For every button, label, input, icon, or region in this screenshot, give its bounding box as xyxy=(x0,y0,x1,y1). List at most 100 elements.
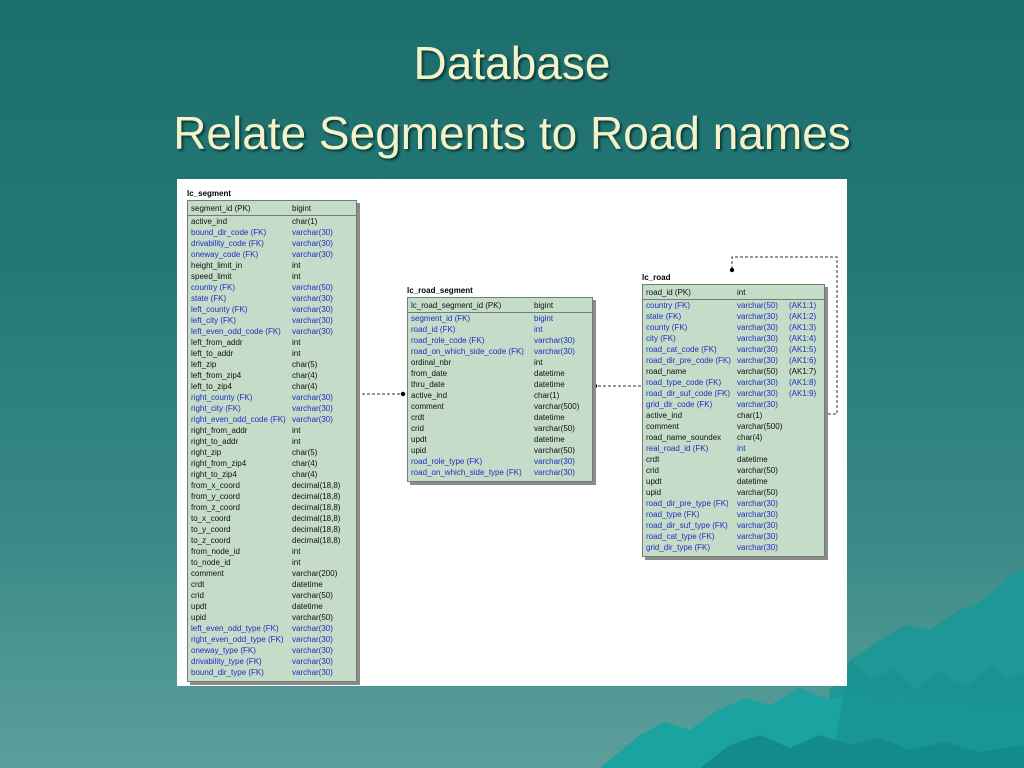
column-type: varchar(30) xyxy=(534,336,575,345)
column-name: crid xyxy=(191,591,204,600)
column-type: datetime xyxy=(292,602,323,611)
column-name: right_to_addr xyxy=(191,437,239,446)
column-name: updt xyxy=(646,477,662,486)
alternate-key: (AK1:2) xyxy=(789,312,817,321)
column-type: char(4) xyxy=(292,382,318,391)
relationship-end-dot xyxy=(400,391,406,397)
column-name: updt xyxy=(411,435,427,444)
column-type: varchar(500) xyxy=(534,402,580,411)
column-type: int xyxy=(292,338,301,347)
slide-title-line1: Database xyxy=(413,37,611,89)
column-type: int xyxy=(292,547,301,556)
column-name: segment_id (PK) xyxy=(191,204,251,213)
alternate-key: (AK1:9) xyxy=(789,389,817,398)
column-type: bigint xyxy=(534,314,554,323)
column-name: crdt xyxy=(411,413,425,422)
column-type: varchar(30) xyxy=(737,312,778,321)
column-type: varchar(30) xyxy=(292,316,333,325)
column-type: varchar(30) xyxy=(737,389,778,398)
column-name: to_node_id xyxy=(191,558,231,567)
column-name: drivability_type (FK) xyxy=(191,657,262,666)
table-name-lc-road: lc_road xyxy=(642,273,671,282)
column-type: char(1) xyxy=(737,411,763,420)
column-type: varchar(30) xyxy=(737,543,778,552)
column-name: to_y_coord xyxy=(191,525,231,534)
column-type: datetime xyxy=(737,477,768,486)
column-type: decimal(18,8) xyxy=(292,492,341,501)
column-type: varchar(30) xyxy=(292,624,333,633)
column-type: varchar(30) xyxy=(292,415,333,424)
column-name: drivability_code (FK) xyxy=(191,239,264,248)
column-name: country (FK) xyxy=(191,283,236,292)
column-type: decimal(18,8) xyxy=(292,481,341,490)
column-name: left_even_odd_code (FK) xyxy=(191,327,281,336)
column-name: road_role_type (FK) xyxy=(411,457,483,466)
column-name: from_node_id xyxy=(191,547,240,556)
column-name: crid xyxy=(411,424,424,433)
column-type: varchar(30) xyxy=(292,239,333,248)
column-name: right_zip xyxy=(191,448,222,457)
column-type: int xyxy=(292,272,301,281)
column-name: right_even_odd_type (FK) xyxy=(191,635,284,644)
column-name: upid xyxy=(411,446,427,455)
column-name: right_city (FK) xyxy=(191,404,241,413)
column-name: height_limit_in xyxy=(191,261,243,270)
column-name: road_dir_suf_type (FK) xyxy=(646,521,728,530)
column-name: road_type_code (FK) xyxy=(646,378,722,387)
column-type: varchar(30) xyxy=(292,305,333,314)
column-name: right_to_zip4 xyxy=(191,470,237,479)
column-name: segment_id (FK) xyxy=(411,314,471,323)
column-name: road_type (FK) xyxy=(646,510,700,519)
column-type: varchar(30) xyxy=(292,228,333,237)
column-name: active_ind xyxy=(191,217,228,226)
column-name: from_y_coord xyxy=(191,492,240,501)
column-name: right_county (FK) xyxy=(191,393,253,402)
column-type: varchar(50) xyxy=(292,283,333,292)
column-type: bigint xyxy=(534,301,554,310)
column-name: real_road_id (FK) xyxy=(646,444,709,453)
column-type: char(4) xyxy=(292,371,318,380)
column-type: varchar(30) xyxy=(737,400,778,409)
table-name-lc-road-segment: lc_road_segment xyxy=(407,286,473,295)
column-type: varchar(30) xyxy=(534,468,575,477)
column-type: char(4) xyxy=(737,433,763,442)
column-name: oneway_code (FK) xyxy=(191,250,259,259)
column-type: datetime xyxy=(534,369,565,378)
column-name: comment xyxy=(191,569,224,578)
column-name: road_id (PK) xyxy=(646,288,691,297)
column-type: varchar(50) xyxy=(737,301,778,310)
alternate-key: (AK1:3) xyxy=(789,323,817,332)
column-type: varchar(30) xyxy=(292,393,333,402)
relationship-end-dot xyxy=(729,267,735,273)
column-name: grid_dir_code (FK) xyxy=(646,400,713,409)
column-name: bound_dir_code (FK) xyxy=(191,228,267,237)
column-type: bigint xyxy=(292,204,312,213)
column-type: varchar(30) xyxy=(292,294,333,303)
column-name: upid xyxy=(191,613,207,622)
column-type: int xyxy=(292,558,301,567)
column-type: varchar(30) xyxy=(292,327,333,336)
column-type: varchar(30) xyxy=(737,323,778,332)
column-name: from_x_coord xyxy=(191,481,240,490)
column-type: varchar(30) xyxy=(737,510,778,519)
column-type: varchar(50) xyxy=(534,424,575,433)
column-type: char(1) xyxy=(534,391,560,400)
column-type: varchar(30) xyxy=(737,532,778,541)
column-name: ordinal_nbr xyxy=(411,358,452,367)
column-name: road_cat_type (FK) xyxy=(646,532,715,541)
column-name: road_role_code (FK) xyxy=(411,336,485,345)
column-type: varchar(30) xyxy=(292,668,333,677)
column-name: thru_date xyxy=(411,380,445,389)
column-name: updt xyxy=(191,602,207,611)
column-type: varchar(30) xyxy=(737,499,778,508)
column-name: comment xyxy=(411,402,444,411)
column-type: int xyxy=(292,437,301,446)
column-name: road_on_which_side_type (FK) xyxy=(411,468,522,477)
relationship-end-dot xyxy=(592,383,598,389)
column-type: int xyxy=(737,288,746,297)
column-type: varchar(30) xyxy=(737,356,778,365)
column-name: grid_dir_type (FK) xyxy=(646,543,711,552)
column-name: crdt xyxy=(191,580,205,589)
column-name: road_name_soundex xyxy=(646,433,722,442)
column-name: oneway_type (FK) xyxy=(191,646,256,655)
